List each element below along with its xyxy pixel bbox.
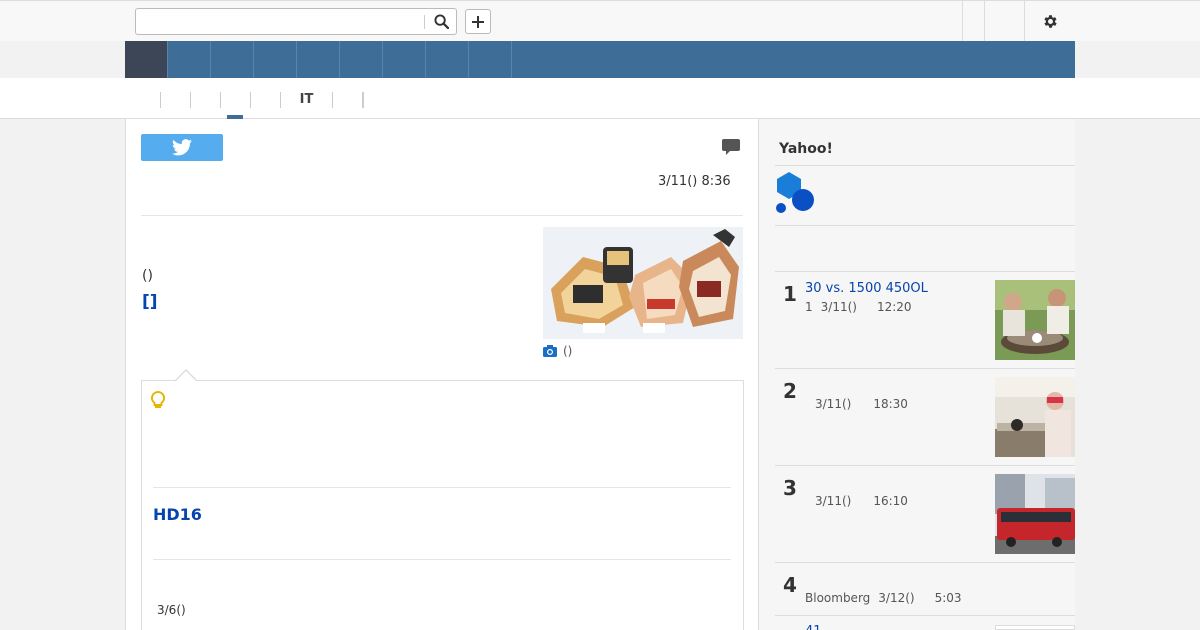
divider <box>153 487 731 488</box>
sub-nav-item[interactable] <box>251 91 281 108</box>
ranking-meta-time: 5:03 <box>934 591 962 605</box>
sub-nav-item[interactable] <box>363 91 364 108</box>
ranking-meta: Bloomberg 3/12() 5:03 <box>805 591 970 605</box>
top-bar <box>0 0 1200 42</box>
divider <box>775 165 1075 166</box>
top-bar-cell[interactable] <box>984 1 1024 42</box>
ranking-item[interactable]: 1 30 vs. 1500 450OL 1 3/11() 12:20 <box>775 272 1075 369</box>
ranking-meta-date: 3/11() <box>820 300 857 314</box>
nav-item[interactable] <box>426 41 469 78</box>
add-button[interactable] <box>465 9 491 34</box>
ranking-number: 1 <box>783 282 797 306</box>
ranking-title[interactable]: 30 vs. 1500 450OL <box>805 281 928 296</box>
settings-button[interactable] <box>1024 1 1075 42</box>
nav-item-home[interactable] <box>125 41 168 78</box>
box-notch-inner <box>176 371 196 381</box>
ranking-meta: 3/11() 18:30 <box>815 397 916 411</box>
thumbnail-image <box>995 280 1075 360</box>
top-bar-right <box>962 1 1075 42</box>
ranking-thumbnail[interactable] <box>995 474 1075 554</box>
sub-nav-item[interactable] <box>221 91 251 108</box>
main-nav <box>125 41 1075 78</box>
ranking-meta-time: 18:30 <box>873 397 908 411</box>
nav-item[interactable] <box>168 41 211 78</box>
ranking-meta-time: 12:20 <box>876 300 912 314</box>
thumbnail-image <box>995 377 1075 457</box>
photo-caption[interactable]: () <box>543 344 572 358</box>
divider <box>153 559 731 560</box>
comment-icon <box>722 139 740 155</box>
nav-item[interactable] <box>469 41 512 78</box>
sub-nav-item[interactable] <box>161 91 191 108</box>
sidebar-title: Yahoo! <box>779 141 833 157</box>
lightbulb-icon <box>150 390 166 413</box>
photo-caption-text: () <box>563 344 573 358</box>
ranking-thumbnail[interactable] <box>995 280 1075 360</box>
ranking-thumbnail[interactable] <box>995 377 1075 457</box>
ranking-meta-date: 3/12() <box>878 591 915 605</box>
ranking-meta: 1 3/11() 12:20 <box>805 300 920 314</box>
nav-item[interactable] <box>211 41 254 78</box>
sub-nav-item-it[interactable]: IT <box>281 91 333 108</box>
plus-icon <box>472 15 484 28</box>
box-date: 3/6() <box>157 603 186 617</box>
top-bar-cell[interactable] <box>962 1 984 42</box>
article-paren-text: () <box>142 268 153 284</box>
sidebar: Yahoo! 1 30 vs. 1500 450OL 1 3/11() 12:20 <box>759 119 1075 630</box>
ranking-number: 2 <box>783 379 797 403</box>
nav-item[interactable] <box>340 41 383 78</box>
ranking-thumbnail[interactable] <box>995 625 1075 630</box>
ranking-meta-count: 1 <box>805 300 813 314</box>
search-button[interactable] <box>428 11 454 32</box>
ranking-meta-date: 3/11() <box>815 494 852 508</box>
nav-item[interactable] <box>383 41 426 78</box>
ranking-meta-time: 16:10 <box>873 494 908 508</box>
brand-logo[interactable] <box>775 172 817 218</box>
sub-nav-list: IT <box>145 91 364 108</box>
search-input[interactable] <box>140 11 422 32</box>
article-date: 3/11() 8:36 <box>658 174 731 189</box>
hd-link[interactable]: HD16 <box>153 505 202 524</box>
product-photo-image <box>543 227 743 339</box>
camera-icon <box>543 345 557 357</box>
comment-button[interactable] <box>722 139 740 159</box>
gear-icon <box>1043 15 1057 28</box>
article-photo[interactable] <box>543 227 743 339</box>
sub-nav-item[interactable] <box>145 91 161 108</box>
thumbnail-image <box>995 474 1075 554</box>
sub-nav-item[interactable] <box>333 91 363 108</box>
ranking-number: 3 <box>783 476 797 500</box>
ranking-meta: 3/11() 16:10 <box>815 494 916 508</box>
ranking-item[interactable]: 4 Bloomberg 3/12() 5:03 <box>775 563 1075 616</box>
nav-item[interactable] <box>254 41 297 78</box>
divider <box>141 215 743 216</box>
ranking-meta-source: Bloomberg <box>805 591 871 605</box>
search-box <box>135 8 457 35</box>
search-icon <box>433 14 449 29</box>
ranking-item[interactable]: 2 3/11() 18:30 <box>775 369 1075 466</box>
nav-item[interactable] <box>297 41 340 78</box>
ranking-item[interactable]: 41 <box>775 616 1075 630</box>
article-main: 3/11() 8:36 () [] () HD16 3/6() <box>125 119 759 630</box>
divider <box>775 225 1075 226</box>
ranking-meta-date: 3/11() <box>815 397 852 411</box>
ranking-item[interactable]: 3 3/11() 16:10 <box>775 466 1075 563</box>
related-box: HD16 3/6() <box>141 380 744 630</box>
twitter-icon <box>172 139 192 156</box>
search-divider <box>424 15 425 29</box>
tweet-button[interactable] <box>141 134 223 161</box>
top-bar-inner <box>125 1 1075 42</box>
article-bracket-link[interactable]: [] <box>142 292 158 312</box>
sub-nav: IT <box>0 78 1200 119</box>
ranking-title[interactable]: 41 <box>805 624 822 630</box>
sub-nav-item[interactable] <box>191 91 221 108</box>
ranking-number: 4 <box>783 573 797 597</box>
